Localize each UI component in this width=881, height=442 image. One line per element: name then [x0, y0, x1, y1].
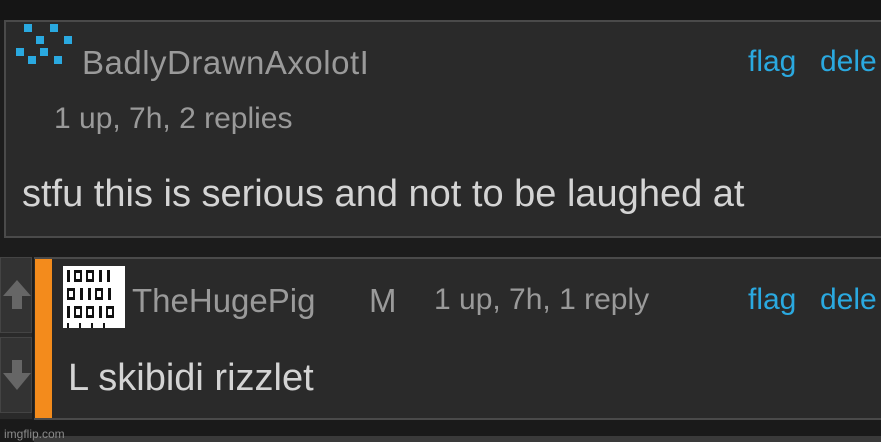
highlight-bar — [35, 259, 52, 418]
mod-badge: M — [369, 282, 397, 319]
comment-meta: 1 up, 7h, 2 replies — [54, 102, 293, 135]
flag-link[interactable]: flag — [748, 283, 796, 317]
top-divider — [0, 0, 881, 20]
binary-code-icon[interactable] — [63, 266, 125, 328]
delete-link[interactable]: dele — [820, 45, 877, 79]
vote-column — [0, 257, 32, 419]
arrow-down-icon — [3, 360, 31, 390]
arrow-up-icon — [3, 280, 31, 309]
comment-username[interactable]: TheHugePig — [132, 282, 315, 320]
comment-username[interactable]: BadlyDrawnAxolotI — [82, 44, 369, 82]
pixel-pattern-icon[interactable] — [14, 22, 76, 64]
comment-meta: 1 up, 7h, 1 reply — [434, 283, 650, 316]
flag-link[interactable]: flag — [748, 45, 796, 79]
watermark: imgflip.com — [4, 427, 65, 441]
comment-thread: BadlyDrawnAxolotI flag dele 1 up, 7h, 2 … — [0, 0, 881, 442]
comment-text: L skibidi rizzlet — [68, 357, 314, 399]
comment-text: stfu this is serious and not to be laugh… — [22, 173, 745, 215]
downvote-button[interactable] — [0, 337, 32, 413]
upvote-button[interactable] — [0, 257, 32, 333]
next-comment-edge — [34, 436, 881, 442]
delete-link[interactable]: dele — [820, 283, 877, 317]
